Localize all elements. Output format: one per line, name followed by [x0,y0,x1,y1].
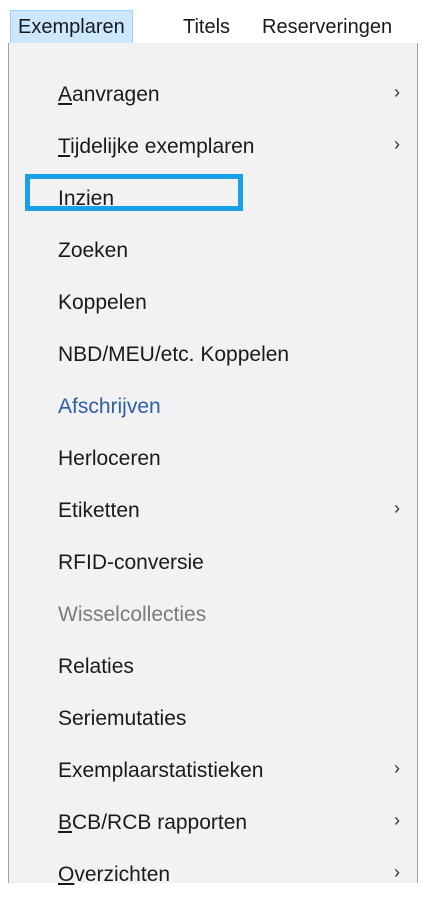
menu-item-rfid-conversie[interactable]: RFID-conversie [9,537,417,589]
menu-item-label: Inzien [58,187,115,210]
chevron-right-icon: › [394,810,400,830]
menu-item-wisselcollecties: Wisselcollecties [9,589,417,641]
menu-item-seriemutaties[interactable]: Seriemutaties [9,693,417,745]
menu-exemplaren[interactable]: Exemplaren [10,10,133,44]
menu-item-overzichten[interactable]: Overzichten › [9,849,417,901]
menu-item-label: Wisselcollecties [58,603,207,626]
menu-item-label: Etiketten [58,499,140,522]
exemplaren-dropdown-menu: Aanvragen › Tijdelijke exemplaren › Inzi… [8,43,418,886]
menu-item-label: Aanvragen [58,83,160,106]
menu-item-label: Overzichten [58,863,171,886]
menu-item-label: NBD/MEU/etc. Koppelen [58,343,290,366]
menu-item-herloceren[interactable]: Herloceren [9,433,417,485]
menu-item-label: RFID-conversie [58,551,204,574]
menu-item-label: Herloceren [58,447,161,470]
menu-titels[interactable]: Titels [176,10,237,44]
menu-item-inzien[interactable]: Inzien [9,173,417,225]
menu-item-label: BCB/RCB rapporten [58,811,248,834]
menu-item-exemplaarstatistieken[interactable]: Exemplaarstatistieken › [9,745,417,797]
chevron-right-icon: › [394,498,400,518]
chevron-right-icon: › [394,82,400,102]
menu-reserveringen[interactable]: Reserveringen [255,10,399,44]
menu-item-afschrijven[interactable]: Afschrijven [9,381,417,433]
menu-item-aanvragen[interactable]: Aanvragen › [9,69,417,121]
chevron-right-icon: › [394,758,400,778]
chevron-right-icon: › [394,134,400,154]
menu-item-tijdelijke-exemplaren[interactable]: Tijdelijke exemplaren › [9,121,417,173]
menu-item-label: Afschrijven [58,395,161,418]
menubar: Exemplaren Titels Reserveringen [0,0,426,44]
menu-item-label: Zoeken [58,239,129,262]
menu-item-zoeken[interactable]: Zoeken [9,225,417,277]
menu-item-label: Exemplaarstatistieken [58,759,264,782]
menu-item-label: Koppelen [58,291,147,314]
menu-item-relaties[interactable]: Relaties [9,641,417,693]
menu-item-bcb-rcb-rapporten[interactable]: BCB/RCB rapporten › [9,797,417,849]
menu-item-label: Relaties [58,655,134,678]
menu-item-nbd-meu-koppelen[interactable]: NBD/MEU/etc. Koppelen [9,329,417,381]
menu-item-label: Seriemutaties [58,707,187,730]
menu-item-label: Tijdelijke exemplaren [58,135,255,158]
chevron-right-icon: › [394,862,400,882]
menu-item-koppelen[interactable]: Koppelen [9,277,417,329]
menu-item-etiketten[interactable]: Etiketten › [9,485,417,537]
